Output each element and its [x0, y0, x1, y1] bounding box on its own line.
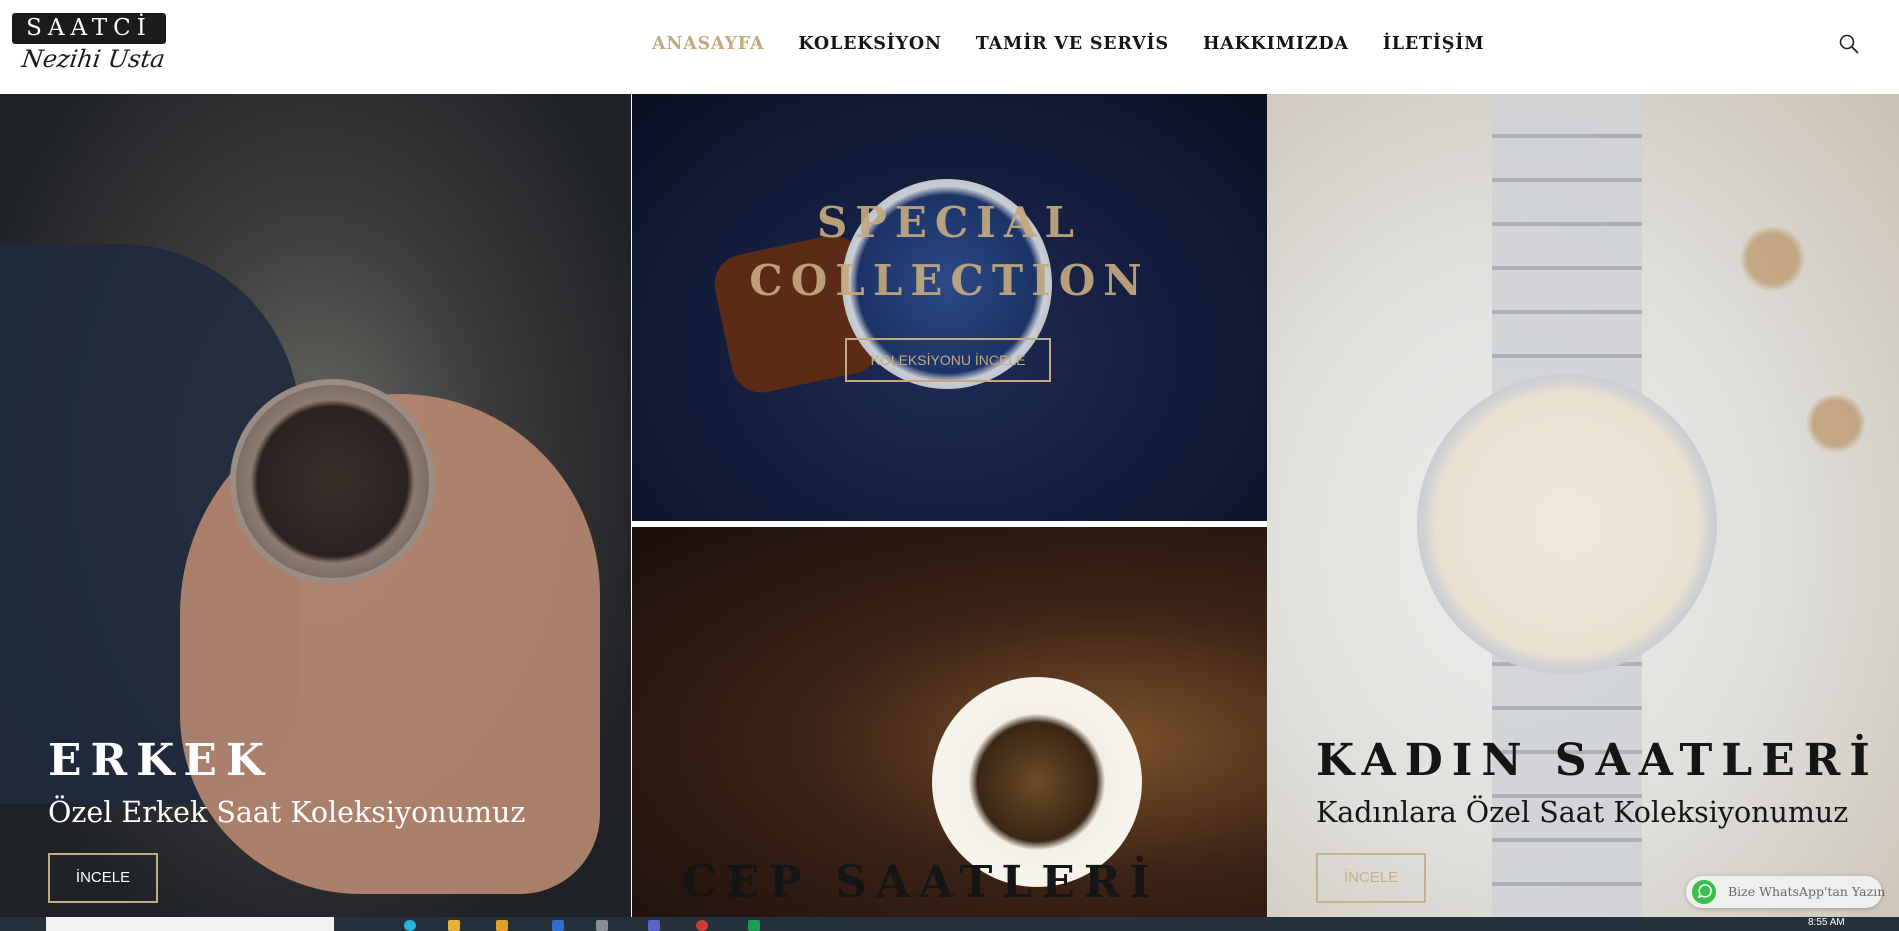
whatsapp-icon: [1692, 880, 1716, 904]
taskbar-app-icon[interactable]: [496, 920, 508, 931]
womens-watch-image: [1417, 374, 1717, 674]
os-taskbar: 8:55 AM: [0, 917, 1899, 931]
special-title-line2: COLLECTION: [749, 256, 1150, 305]
taskbar-folder-icon[interactable]: [448, 920, 460, 931]
logo[interactable]: SAATCİ Nezihi Usta: [12, 13, 167, 79]
erkek-subtitle: Özel Erkek Saat Koleksiyonumuz: [48, 796, 526, 829]
nav-item-tamir-ve-servis[interactable]: TAMİR VE SERVİS: [976, 34, 1169, 54]
erkek-title: ERKEK: [48, 735, 274, 786]
logo-script: Nezihi Usta: [20, 45, 167, 73]
panel-special-collection[interactable]: SPECIAL COLLECTION KOLEKSİYONU İNCELE: [632, 94, 1267, 521]
taskbar-app-icon[interactable]: [596, 920, 608, 931]
taskbar-browser-icon[interactable]: [696, 920, 708, 931]
taskbar-app-icon[interactable]: [648, 920, 660, 931]
search-icon[interactable]: [1838, 33, 1860, 55]
kadin-saatleri-title: KADIN SAATLERİ: [1316, 735, 1879, 786]
mens-watch-image: [230, 379, 435, 584]
erkek-incele-button[interactable]: İNCELE: [48, 853, 158, 903]
taskbar-app-icon[interactable]: [748, 920, 760, 931]
logo-wordmark: SAATCİ: [12, 13, 166, 44]
nav-item-hakkimizda[interactable]: HAKKIMIZDA: [1203, 34, 1349, 54]
nav-item-koleksiyon[interactable]: KOLEKSİYON: [798, 34, 941, 54]
nav-item-iletisim[interactable]: İLETİŞİM: [1383, 34, 1485, 54]
site-header: SAATCİ Nezihi Usta ANASAYFA KOLEKSİYON T…: [0, 0, 1899, 94]
taskbar-app-icon[interactable]: [404, 920, 416, 931]
whatsapp-label: Bize WhatsApp'tan Yazın: [1728, 884, 1886, 899]
nav-item-anasayfa[interactable]: ANASAYFA: [652, 34, 764, 54]
cep-saatleri-title: CEP SAATLERİ: [682, 857, 1159, 908]
kadin-subtitle: Kadınlara Özel Saat Koleksiyonumuz: [1316, 796, 1849, 829]
kadin-incele-button[interactable]: İNCELE: [1316, 853, 1426, 903]
taskbar-app-icon[interactable]: [552, 920, 564, 931]
koleksiyonu-incele-button[interactable]: KOLEKSİYONU İNCELE: [845, 338, 1051, 382]
special-title-line1: SPECIAL: [816, 198, 1083, 247]
taskbar-search-box[interactable]: [46, 917, 334, 931]
main-nav: ANASAYFA KOLEKSİYON TAMİR VE SERVİS HAKK…: [652, 34, 1518, 54]
whatsapp-button[interactable]: Bize WhatsApp'tan Yazın: [1686, 876, 1886, 908]
taskbar-clock[interactable]: 8:55 AM: [1808, 917, 1845, 928]
panel-cep-saatleri[interactable]: CEP SAATLERİ: [632, 527, 1267, 917]
pocket-watch-image: [932, 677, 1142, 887]
special-collection-title: SPECIAL COLLECTION: [632, 194, 1267, 310]
panel-erkek[interactable]: [0, 94, 631, 917]
panel-kadin-saatleri[interactable]: [1267, 94, 1899, 917]
